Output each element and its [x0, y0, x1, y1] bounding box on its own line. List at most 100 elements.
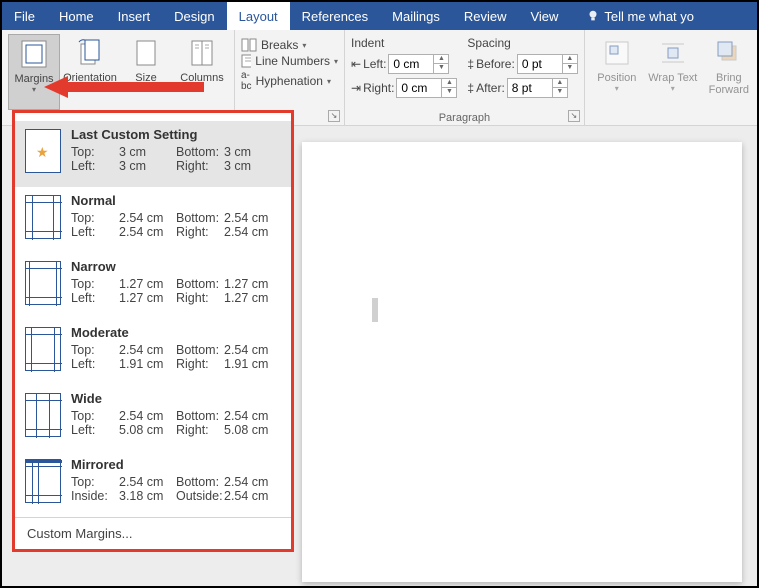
orientation-icon	[75, 38, 105, 68]
indent-left-icon: ⇤	[351, 57, 361, 71]
indent-right-icon: ⇥	[351, 81, 361, 95]
spacing-before-spin[interactable]: ▲▼	[517, 54, 578, 74]
indent-right-spin[interactable]: ▲▼	[396, 78, 457, 98]
chevron-down-icon: ▾	[200, 84, 204, 93]
margins-option-narrow[interactable]: Narrow Top:1.27 cm Bottom:1.27 cm Left:1…	[15, 253, 291, 319]
hyphenation-button[interactable]: a-bc Hyphenation ▾	[241, 70, 338, 92]
chevron-down-icon: ▾	[302, 41, 306, 50]
margin-option-title: Moderate	[71, 325, 281, 340]
margins-button[interactable]: Margins ▾	[8, 34, 60, 110]
margins-option-wide[interactable]: Wide Top:2.54 cm Bottom:2.54 cm Left:5.0…	[15, 385, 291, 451]
breaks-icon	[241, 38, 257, 52]
spacing-before-input[interactable]	[518, 55, 562, 73]
bring-forward-button[interactable]: Bring Forward	[703, 34, 755, 110]
size-label: Size	[135, 72, 156, 84]
indent-left-label: Left:	[363, 57, 386, 71]
chevron-down-icon: ▾	[327, 77, 331, 86]
indent-right-input[interactable]	[397, 79, 441, 97]
margins-option-moderate[interactable]: Moderate Top:2.54 cm Bottom:2.54 cm Left…	[15, 319, 291, 385]
spin-up[interactable]: ▲	[563, 55, 577, 64]
columns-icon	[187, 38, 217, 68]
margin-thumb-icon	[25, 393, 61, 437]
margins-icon	[19, 39, 49, 69]
chevron-down-icon: ▾	[671, 84, 675, 93]
wrap-text-label: Wrap Text	[648, 72, 697, 84]
indent-left-input[interactable]	[389, 55, 433, 73]
paragraph-dialog-launcher[interactable]: ↘	[568, 110, 580, 122]
orientation-button[interactable]: Orientation ▾	[64, 34, 116, 110]
spacing-before-icon: ‡	[467, 57, 474, 71]
chevron-down-icon: ▾	[32, 85, 36, 94]
orientation-label: Orientation	[63, 72, 117, 84]
spin-down[interactable]: ▼	[563, 64, 577, 73]
margin-option-title: Normal	[71, 193, 281, 208]
position-label: Position	[597, 72, 636, 84]
page-setup-dialog-launcher[interactable]: ↘	[328, 110, 340, 122]
tab-view[interactable]: View	[518, 2, 570, 30]
hyphenation-label: Hyphenation	[256, 74, 323, 88]
margin-thumb-icon	[25, 261, 61, 305]
hyphen-icon: a-bc	[241, 70, 252, 92]
position-icon	[602, 38, 632, 68]
tab-mailings[interactable]: Mailings	[380, 2, 452, 30]
margins-label: Margins	[14, 73, 53, 85]
margins-option-last-custom-setting[interactable]: ★ Last Custom Setting Top:3 cm Bottom:3 …	[15, 121, 291, 187]
size-button[interactable]: Size ▾	[120, 34, 172, 110]
spacing-after-spin[interactable]: ▲▼	[507, 78, 568, 98]
lightbulb-icon	[586, 9, 600, 23]
spin-up[interactable]: ▲	[553, 79, 567, 88]
spacing-after-label: After:	[476, 81, 505, 95]
margin-thumb-icon	[25, 327, 61, 371]
spacing-after-input[interactable]	[508, 79, 552, 97]
margin-option-title: Mirrored	[71, 457, 281, 472]
margin-thumb-icon	[25, 459, 61, 503]
spin-down[interactable]: ▼	[434, 64, 448, 73]
margin-option-title: Narrow	[71, 259, 281, 274]
spacing-before-label: Before:	[476, 57, 515, 71]
custom-margins-item[interactable]: Custom Margins...	[15, 517, 291, 549]
group-paragraph: Indent ⇤ Left: ▲▼ ⇥ Right: ▲▼ Spacing ‡ …	[345, 30, 585, 126]
margin-option-title: Last Custom Setting	[71, 127, 281, 142]
spin-down[interactable]: ▼	[442, 88, 456, 97]
tab-insert[interactable]: Insert	[106, 2, 163, 30]
wrap-text-icon	[658, 38, 688, 68]
chevron-down-icon: ▾	[144, 84, 148, 93]
chevron-down-icon: ▾	[88, 84, 92, 93]
margins-dropdown: ★ Last Custom Setting Top:3 cm Bottom:3 …	[12, 110, 294, 552]
tab-review[interactable]: Review	[452, 2, 519, 30]
tab-references[interactable]: References	[290, 2, 380, 30]
tab-file[interactable]: File	[2, 2, 47, 30]
text-cursor	[372, 298, 378, 322]
ribbon-tab-bar: File Home Insert Design Layout Reference…	[2, 2, 757, 30]
spin-up[interactable]: ▲	[434, 55, 448, 64]
position-button[interactable]: Position▾	[591, 34, 643, 110]
line-numbers-label: Line Numbers	[255, 54, 330, 68]
document-page[interactable]	[302, 142, 742, 582]
breaks-label: Breaks	[261, 38, 298, 52]
breaks-button[interactable]: Breaks ▾	[241, 38, 338, 52]
margin-thumb-icon: ★	[25, 129, 61, 173]
tab-home[interactable]: Home	[47, 2, 106, 30]
columns-button[interactable]: Columns ▾	[176, 34, 228, 110]
margin-option-title: Wide	[71, 391, 281, 406]
group-arrange: Position▾ Wrap Text▾ Bring Forward	[585, 30, 759, 126]
bring-forward-label: Bring Forward	[703, 72, 755, 96]
tab-layout[interactable]: Layout	[227, 2, 290, 30]
indent-left-spin[interactable]: ▲▼	[388, 54, 449, 74]
line-numbers-button[interactable]: Line Numbers ▾	[241, 54, 338, 68]
spacing-after-icon: ‡	[467, 81, 474, 95]
margins-option-normal[interactable]: Normal Top:2.54 cm Bottom:2.54 cm Left:2…	[15, 187, 291, 253]
margins-option-mirrored[interactable]: Mirrored Top:2.54 cm Bottom:2.54 cm Insi…	[15, 451, 291, 517]
tab-design[interactable]: Design	[162, 2, 226, 30]
chevron-down-icon: ▾	[334, 57, 338, 66]
line-numbers-icon	[241, 54, 251, 68]
tell-me-search[interactable]: Tell me what yo	[574, 2, 706, 30]
wrap-text-button[interactable]: Wrap Text▾	[647, 34, 699, 110]
spin-up[interactable]: ▲	[442, 79, 456, 88]
spin-down[interactable]: ▼	[553, 88, 567, 97]
margin-thumb-icon	[25, 195, 61, 239]
tell-me-label: Tell me what yo	[604, 9, 694, 24]
size-icon	[131, 38, 161, 68]
bring-forward-icon	[714, 38, 744, 68]
indent-right-label: Right:	[363, 81, 394, 95]
